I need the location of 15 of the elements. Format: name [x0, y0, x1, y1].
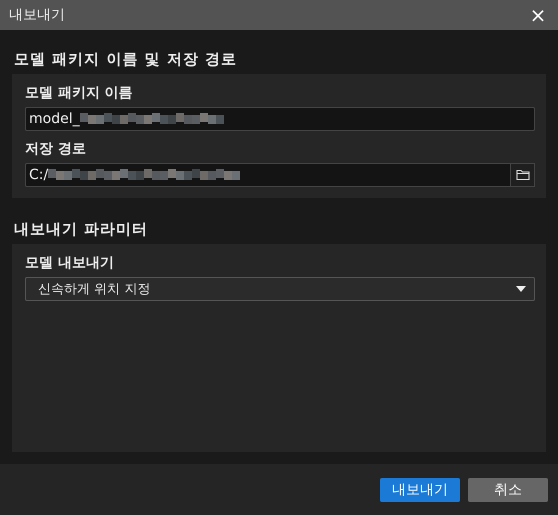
field-label: 모델 패키지 이름 — [25, 84, 134, 103]
folder-icon — [516, 169, 530, 181]
dropdown-caret-icon — [516, 286, 526, 292]
field-label: 모델 내보내기 — [25, 254, 115, 273]
window-title: 내보내기 — [9, 6, 65, 24]
cancel-button[interactable]: 취소 — [468, 478, 548, 502]
section-heading: 내보내기 파라미터 — [13, 219, 150, 240]
export-button[interactable]: 내보내기 — [380, 478, 460, 502]
input-field[interactable]: C:/ — [25, 163, 511, 187]
close-button[interactable]: × — [518, 0, 558, 30]
section-heading: 모델 패키지 이름 및 저장 경로 — [13, 49, 238, 70]
input-field[interactable]: model_ — [25, 107, 535, 131]
dropdown[interactable]: 신속하게 위치 지정 — [25, 277, 535, 301]
browse-button[interactable] — [511, 163, 535, 187]
field-label: 저장 경로 — [25, 140, 87, 159]
